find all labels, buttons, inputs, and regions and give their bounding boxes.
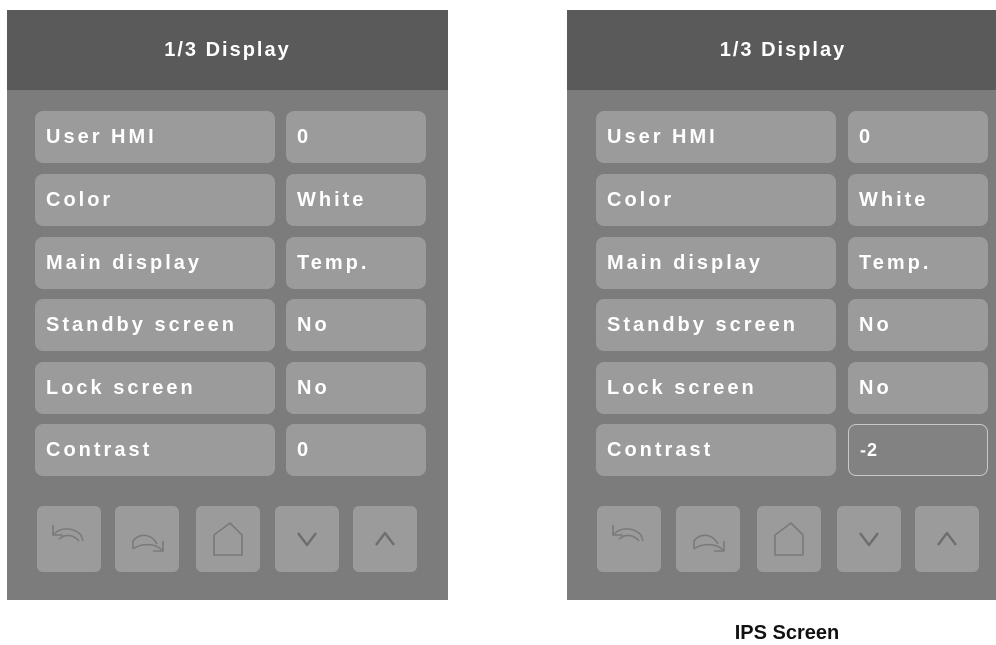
home-button[interactable] (196, 506, 260, 572)
setting-label: User HMI (35, 111, 275, 163)
home-button[interactable] (757, 506, 821, 572)
panel-title: 1/3 Display (7, 10, 448, 90)
setting-value[interactable]: No (286, 362, 426, 414)
chevron-up-icon (937, 531, 957, 546)
setting-label: Standby screen (35, 299, 275, 351)
settings-row-lock-screen: Lock screen No (7, 362, 448, 414)
screen-caption: IPS Screen (734, 622, 840, 644)
setting-label: Main display (596, 237, 836, 289)
settings-row-user-hmi: User HMI 0 (567, 111, 996, 163)
settings-row-contrast: Contrast 0 (7, 424, 448, 476)
panel-title: 1/3 Display (567, 10, 996, 90)
undo-icon (52, 525, 84, 542)
settings-row-user-hmi: User HMI 0 (7, 111, 448, 163)
home-icon (213, 522, 243, 556)
undo-button[interactable] (37, 506, 101, 572)
nav-bar (7, 506, 448, 572)
setting-value[interactable]: Temp. (848, 237, 988, 289)
setting-label: User HMI (596, 111, 836, 163)
setting-label: Main display (35, 237, 275, 289)
nav-bar (567, 506, 996, 572)
setting-label: Color (596, 174, 836, 226)
redo-button[interactable] (676, 506, 740, 572)
setting-value-editing[interactable]: -2 (848, 424, 988, 476)
setting-label: Color (35, 174, 275, 226)
settings-row-standby-screen: Standby screen No (567, 299, 996, 351)
settings-row-standby-screen: Standby screen No (7, 299, 448, 351)
setting-value[interactable]: 0 (286, 424, 426, 476)
setting-value[interactable]: Temp. (286, 237, 426, 289)
setting-label: Standby screen (596, 299, 836, 351)
down-button[interactable] (837, 506, 901, 572)
settings-row-color: Color White (567, 174, 996, 226)
up-button[interactable] (353, 506, 417, 572)
settings-row-color: Color White (7, 174, 448, 226)
setting-label: Contrast (35, 424, 275, 476)
settings-row-contrast: Contrast -2 (567, 424, 996, 476)
setting-value[interactable]: White (286, 174, 426, 226)
display-panel-right: 1/3 Display User HMI 0 Color White Main … (567, 10, 996, 600)
redo-icon (693, 534, 725, 552)
display-panel-left: 1/3 Display User HMI 0 Color White Main … (7, 10, 448, 600)
setting-value[interactable]: No (848, 299, 988, 351)
settings-row-main-display: Main display Temp. (567, 237, 996, 289)
undo-icon (612, 525, 644, 542)
settings-row-lock-screen: Lock screen No (567, 362, 996, 414)
chevron-down-icon (297, 532, 317, 547)
home-icon (774, 522, 804, 556)
undo-button[interactable] (597, 506, 661, 572)
chevron-up-icon (375, 531, 395, 546)
setting-value[interactable]: 0 (848, 111, 988, 163)
setting-value[interactable]: No (848, 362, 988, 414)
down-button[interactable] (275, 506, 339, 572)
setting-label: Contrast (596, 424, 836, 476)
setting-label: Lock screen (596, 362, 836, 414)
redo-button[interactable] (115, 506, 179, 572)
setting-value[interactable]: No (286, 299, 426, 351)
setting-value[interactable]: White (848, 174, 988, 226)
settings-row-main-display: Main display Temp. (7, 237, 448, 289)
setting-label: Lock screen (35, 362, 275, 414)
chevron-down-icon (859, 532, 879, 547)
redo-icon (132, 534, 164, 552)
setting-value[interactable]: 0 (286, 111, 426, 163)
up-button[interactable] (915, 506, 979, 572)
